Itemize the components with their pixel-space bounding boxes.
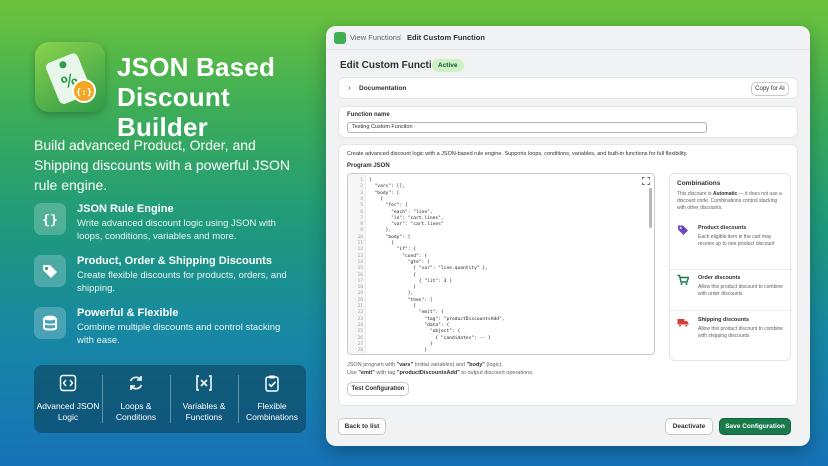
combination-title: Product discounts <box>698 225 747 231</box>
svg-text:{}: {} <box>42 213 58 228</box>
feature-title: JSON Rule Engine <box>77 203 174 215</box>
hero-subtitle: Build advanced Product, Order, and Shipp… <box>34 137 291 193</box>
variable-icon <box>196 375 212 391</box>
strip-item: Loops & Conditions <box>102 365 170 433</box>
code-editor[interactable]: 1{2 "vars": [], 3 "body": [4 {5 "for": {6… <box>347 173 655 355</box>
strip-item: Flexible Combinations <box>238 365 306 433</box>
combination-order[interactable]: Order discounts Allow this product disco… <box>670 274 792 304</box>
strip-label: Flexible Combinations <box>246 401 298 422</box>
documentation-label: Documentation <box>359 85 407 92</box>
back-to-list-button[interactable]: Back to list <box>338 418 386 435</box>
code-text: } <box>369 348 428 354</box>
cart-icon <box>677 274 689 285</box>
feature-desc: Create flexible discounts for products, … <box>77 270 287 294</box>
divider <box>670 269 792 270</box>
strip-item: Advanced JSON Logic <box>34 365 102 433</box>
combination-desc: Allow this product discount to combine w… <box>698 284 784 297</box>
page-title: Edit Custom Function <box>340 60 444 71</box>
feature-discounts: Product, Order & Shipping Discounts Crea… <box>34 255 294 295</box>
feature-powerful-flexible: Powerful & Flexible Combine multiple dis… <box>34 307 294 347</box>
loop-icon <box>129 376 143 390</box>
strip-item: Variables & Functions <box>170 365 238 433</box>
code-icon <box>59 374 77 392</box>
feature-title: Powerful & Flexible <box>77 307 179 319</box>
copy-for-ai-button[interactable]: Copy for AI <box>751 82 789 96</box>
app-window: View Functions / Edit Custom Function Ed… <box>326 26 810 446</box>
program-section: Create advanced discount logic with a JS… <box>338 144 798 406</box>
feature-desc: Write advanced discount logic using JSON… <box>77 218 276 242</box>
tag-logo-icon: % {:} <box>46 53 96 104</box>
strip-label: Advanced JSON Logic <box>36 401 100 422</box>
expand-icon[interactable] <box>642 177 650 185</box>
combination-desc: Allow this product discount to combine w… <box>698 326 784 339</box>
combination-shipping[interactable]: Shipping discounts Allow this product di… <box>670 316 792 346</box>
combination-title: Order discounts <box>698 275 741 281</box>
documentation-section[interactable]: › Documentation Copy for AI <box>338 77 798 99</box>
tags-icon <box>34 255 66 287</box>
function-name-section: Function name Testing Custom Function <box>338 106 798 138</box>
breadcrumb: View Functions / Edit Custom Function <box>326 26 810 50</box>
breadcrumb-view-functions[interactable]: View Functions <box>350 33 401 42</box>
strip-label: Loops & Conditions <box>115 401 157 422</box>
breadcrumb-current: Edit Custom Function <box>407 33 485 42</box>
status-badge: Active <box>432 59 464 72</box>
helper-text: JSON program with "vars" (initial variab… <box>347 362 534 376</box>
app-icon <box>334 32 346 44</box>
app-logo: % {:} <box>35 42 105 112</box>
editor-scrollbar[interactable] <box>649 188 652 228</box>
function-name-input[interactable]: Testing Custom Function <box>347 122 707 133</box>
breadcrumb-separator: / <box>399 33 402 42</box>
combination-product: Product discounts Each eligible item in … <box>670 224 792 260</box>
program-json-label: Program JSON <box>347 163 390 169</box>
combinations-panel: Combinations This discount is Automatic … <box>669 173 792 361</box>
chevron-right-icon: › <box>348 83 351 92</box>
feature-desc: Combine multiple discounts and control s… <box>77 322 281 346</box>
database-icon <box>34 307 66 339</box>
hero-title: JSON Based Discount Builder <box>117 52 276 142</box>
combinations-title: Combinations <box>677 180 721 187</box>
svg-text:{:}: {:} <box>76 88 92 98</box>
deactivate-button[interactable]: Deactivate <box>665 418 713 435</box>
clipboard-check-icon <box>265 375 279 392</box>
tag-icon <box>678 225 688 235</box>
feature-title: Product, Order & Shipping Discounts <box>77 255 272 267</box>
truck-icon <box>677 319 689 328</box>
function-name-label: Function name <box>347 112 390 118</box>
feature-json-rule-engine: {} JSON Rule Engine Write advanced disco… <box>34 203 294 243</box>
braces-icon: {} <box>34 203 66 235</box>
intro-text: Create advanced discount logic with a JS… <box>347 151 688 157</box>
combination-title: Shipping discounts <box>698 317 750 323</box>
combinations-desc: This discount is Automatic — it does not… <box>677 191 782 211</box>
line-number: 28 <box>357 348 363 354</box>
combination-desc: Each eligible item in the cart may recei… <box>698 234 775 247</box>
feature-strip: Advanced JSON Logic Loops & Conditions V… <box>34 365 306 433</box>
save-configuration-button[interactable]: Save Configuration <box>719 418 791 435</box>
test-configuration-button[interactable]: Test Configuration <box>347 382 409 396</box>
divider <box>670 310 792 311</box>
strip-label: Variables & Functions <box>182 401 226 422</box>
